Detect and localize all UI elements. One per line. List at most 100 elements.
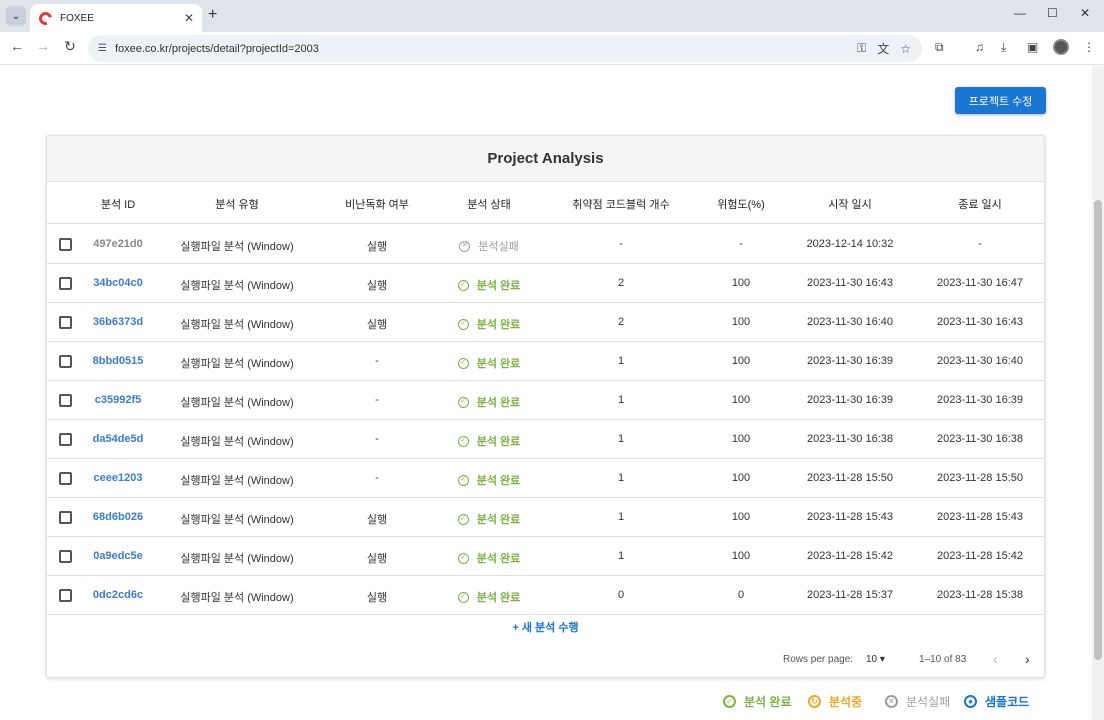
card-header: Project Analysis: [47, 136, 1044, 182]
risk-percent: -: [739, 238, 743, 250]
card-title: Project Analysis: [487, 150, 604, 167]
table-row[interactable]: da54de5d 실행파일 분석 (Window) - ✓ 분석 완료 1 100 2023-…: [47, 420, 1044, 459]
start-time: 2023-11-28 15:42: [806, 550, 894, 562]
check-circle-icon: ✓: [457, 474, 469, 486]
maximize-button[interactable]: ☐: [1047, 6, 1058, 20]
column-header-status[interactable]: 분석 상태: [447, 196, 531, 212]
analysis-id-link[interactable]: 68d6b026: [87, 511, 149, 523]
profile-avatar[interactable]: [1053, 39, 1069, 55]
table-row[interactable]: 68d6b026 실행파일 분석 (Window) 실행 ✓ 분석 완료 1 100 2023…: [47, 498, 1044, 537]
check-circle-icon: ✓: [457, 591, 469, 603]
table-row[interactable]: 0dc2cd6c 실행파일 분석 (Window) 실행 ✓ 분석 완료 0 0 2023-1…: [47, 576, 1044, 615]
analysis-id-link[interactable]: 497e21d0: [87, 238, 149, 250]
row-checkbox[interactable]: [59, 589, 72, 602]
translate-icon[interactable]: 文: [877, 40, 889, 57]
status-text: 분석실패: [478, 241, 519, 253]
end-time: 2023-11-30 16:38: [936, 433, 1024, 445]
analysis-id-link[interactable]: 0a9edc5e: [87, 550, 149, 562]
row-checkbox[interactable]: [59, 355, 72, 368]
start-time: 2023-11-28 15:50: [806, 472, 894, 484]
new-tab-button[interactable]: +: [208, 6, 217, 24]
column-header-end[interactable]: 종료 일시: [920, 196, 1040, 212]
reload-button[interactable]: ↻: [60, 38, 80, 55]
key-icon[interactable]: ⚿: [857, 41, 866, 56]
analysis-id-link[interactable]: 0dc2cd6c: [87, 589, 149, 601]
check-circle-icon: ✓: [723, 695, 736, 708]
analysis-type: 실행파일 분석 (Window): [180, 358, 294, 370]
end-time: 2023-11-28 15:42: [936, 550, 1024, 562]
row-checkbox[interactable]: [59, 238, 72, 251]
minimize-button[interactable]: —: [1014, 6, 1026, 20]
table-row[interactable]: 8bbd0515 실행파일 분석 (Window) - ✓ 분석 완료 1 100 2023-…: [47, 342, 1044, 381]
column-header-type[interactable]: 분석 유형: [177, 196, 297, 212]
site-info-icon[interactable]: ☰: [98, 43, 107, 54]
column-header-vuln[interactable]: 취약점 코드블럭 개수: [551, 196, 691, 212]
analysis-id-link[interactable]: da54de5d: [87, 433, 149, 445]
table-row[interactable]: 497e21d0 실행파일 분석 (Window) 실행 ✕ 분석실패 - - 2023-12…: [47, 225, 1044, 264]
end-time: 2023-11-30 16:40: [936, 355, 1024, 367]
new-analysis-button[interactable]: + 새 분석 수행: [47, 619, 1044, 635]
status-text: 분석 완료: [476, 592, 521, 604]
column-header-deobf[interactable]: 비난독화 여부: [327, 196, 427, 212]
table-row[interactable]: 36b6373d 실행파일 분석 (Window) 실행 ✓ 분석 완료 2 100 2023…: [47, 303, 1044, 342]
browser-tabbar: ⌄ FOXEE ✕ + — ☐ ✕: [0, 0, 1104, 32]
start-time: 2023-12-14 10:32: [806, 238, 894, 250]
analysis-id-link[interactable]: c35992f5: [87, 394, 149, 406]
analysis-id-link[interactable]: 8bbd0515: [87, 355, 149, 367]
end-time: -: [978, 238, 982, 250]
row-checkbox[interactable]: [59, 511, 72, 524]
row-checkbox[interactable]: [59, 550, 72, 563]
next-page-button[interactable]: ›: [1025, 651, 1030, 667]
close-window-button[interactable]: ✕: [1080, 6, 1090, 20]
analysis-id-link[interactable]: 36b6373d: [87, 316, 149, 328]
deobfuscation-flag: -: [375, 355, 379, 367]
start-time: 2023-11-30 16:43: [806, 277, 894, 289]
vuln-count: -: [619, 238, 623, 250]
row-checkbox[interactable]: [59, 394, 72, 407]
column-header-id[interactable]: 분석 ID: [87, 196, 149, 212]
row-checkbox[interactable]: [59, 316, 72, 329]
check-circle-icon: ✓: [457, 435, 469, 447]
analysis-id-link[interactable]: 34bc04c0: [87, 277, 149, 289]
scrollbar-thumb[interactable]: [1094, 200, 1102, 660]
column-header-start[interactable]: 시작 일시: [790, 196, 910, 212]
status-badge: ✓ 분석 완료: [447, 511, 531, 527]
vuln-count: 1: [617, 550, 625, 562]
url-text: foxee.co.kr/projects/detail?projectId=20…: [114, 42, 319, 55]
status-text: 분석 완료: [476, 514, 521, 526]
end-time: 2023-11-28 15:50: [936, 472, 1024, 484]
table-row[interactable]: c35992f5 실행파일 분석 (Window) - ✓ 분석 완료 1 100 2023-…: [47, 381, 1044, 420]
prev-page-button[interactable]: ‹: [993, 651, 998, 667]
star-icon[interactable]: ☆: [900, 42, 911, 56]
table-row[interactable]: 34bc04c0 실행파일 분석 (Window) 실행 ✓ 분석 완료 2 100 2023…: [47, 264, 1044, 303]
row-checkbox[interactable]: [59, 472, 72, 485]
status-badge: ✓ 분석 완료: [447, 316, 531, 332]
rows-per-page-value: 10: [866, 654, 878, 665]
side-panel-icon[interactable]: ▣: [1027, 40, 1038, 54]
check-circle-icon: ✓: [457, 552, 469, 564]
browser-tab[interactable]: FOXEE ✕: [30, 4, 202, 32]
start-time: 2023-11-30 16:38: [806, 433, 894, 445]
menu-icon[interactable]: ⋮: [1083, 40, 1095, 54]
row-checkbox[interactable]: [59, 277, 72, 290]
download-icon[interactable]: ⤓: [1001, 40, 1006, 55]
row-checkbox[interactable]: [59, 433, 72, 446]
risk-percent: 100: [731, 433, 751, 445]
status-text: 분석 완료: [476, 280, 521, 292]
dropdown-arrow-icon: ▾: [879, 654, 885, 665]
table-row[interactable]: ceee1203 실행파일 분석 (Window) - ✓ 분석 완료 1 100 2023-…: [47, 459, 1044, 498]
tab-search-button[interactable]: ⌄: [6, 6, 26, 26]
address-bar[interactable]: ☰ foxee.co.kr/projects/detail?projectId=…: [88, 35, 922, 62]
forward-button[interactable]: →: [33, 38, 53, 54]
extensions-icon[interactable]: ⧉: [935, 40, 944, 55]
rows-per-page-select[interactable]: 10 ▾: [866, 654, 885, 665]
table-row[interactable]: 0a9edc5e 실행파일 분석 (Window) 실행 ✓ 분석 완료 1 100 2023…: [47, 537, 1044, 576]
close-icon[interactable]: ✕: [184, 11, 194, 25]
risk-percent: 100: [731, 550, 751, 562]
analysis-id-link[interactable]: ceee1203: [87, 472, 149, 484]
back-button[interactable]: ←: [7, 38, 27, 54]
media-icon[interactable]: ♫: [975, 40, 984, 54]
vuln-count: 1: [617, 394, 625, 406]
column-header-risk[interactable]: 위험도(%): [701, 196, 781, 212]
edit-project-button[interactable]: 프로젝트 수정: [955, 87, 1046, 114]
